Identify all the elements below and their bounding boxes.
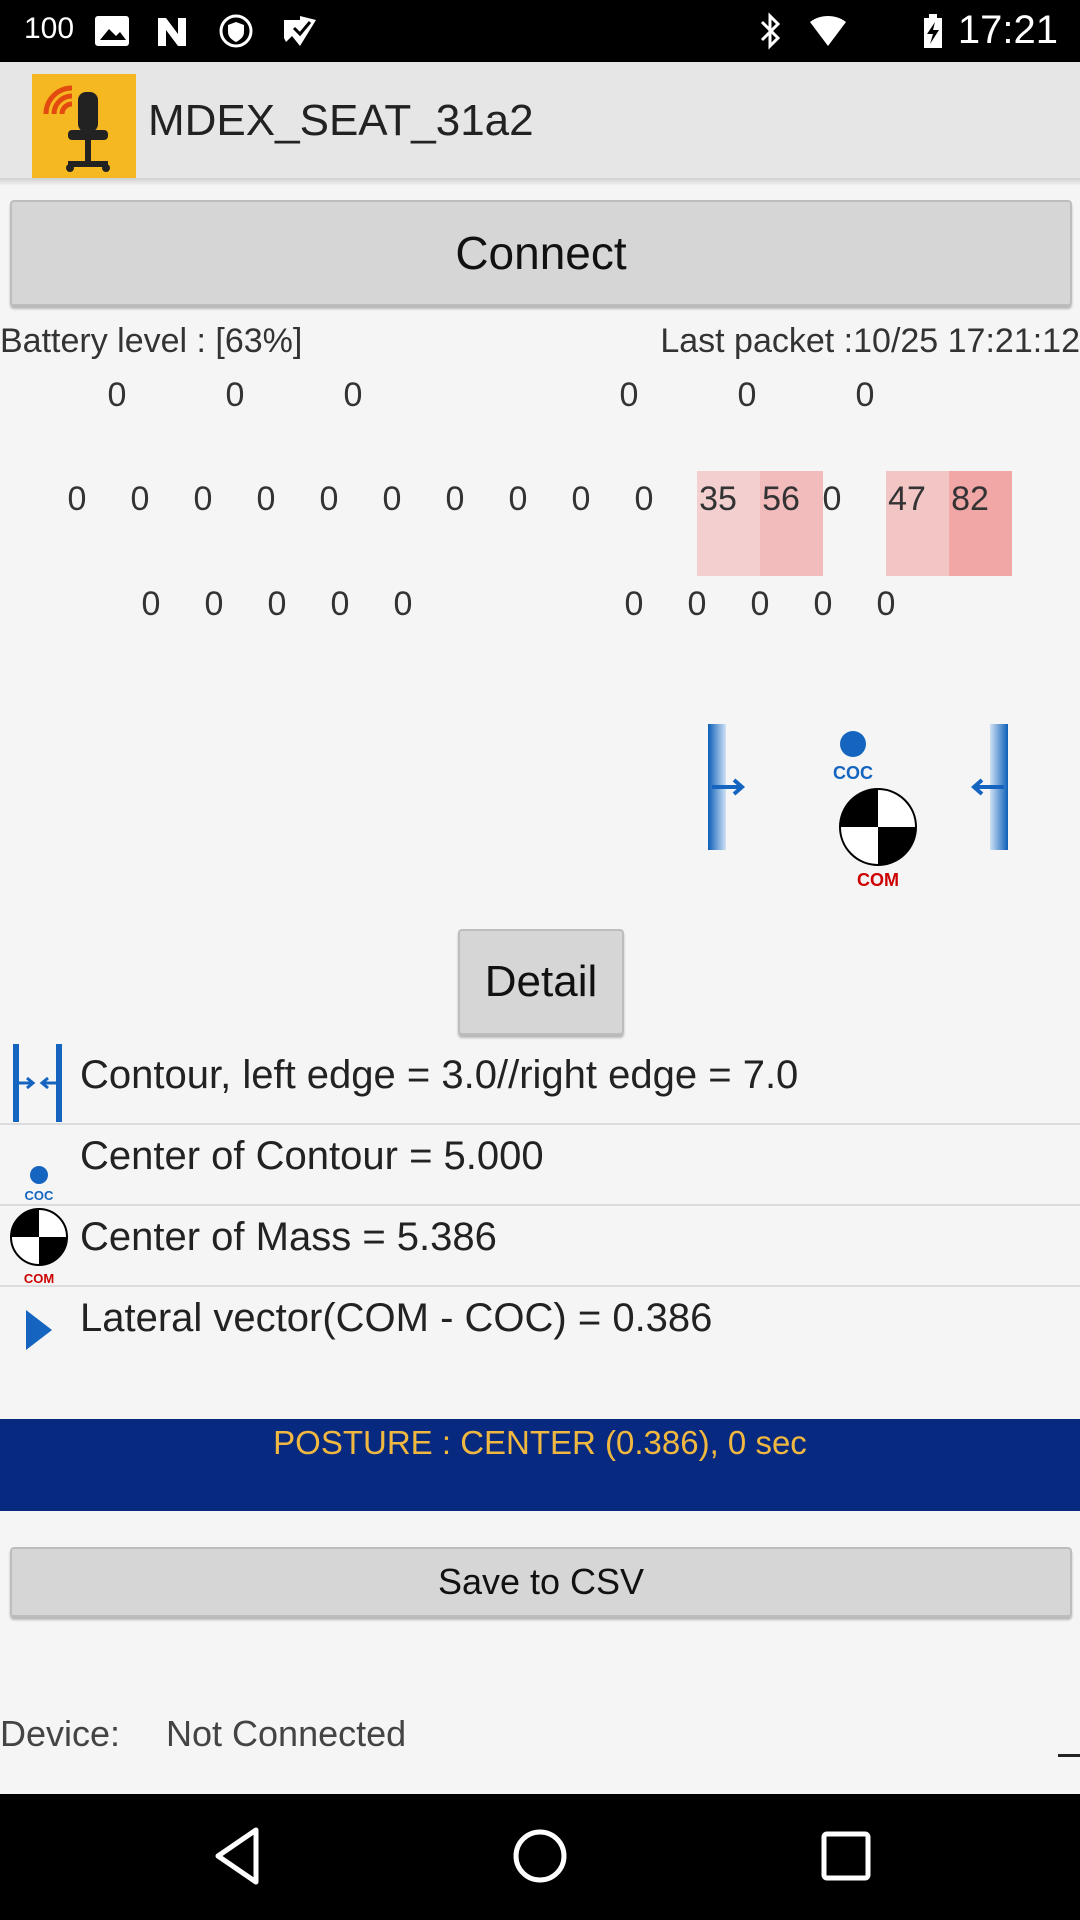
- app-bar-shadow: [0, 178, 1080, 186]
- coc-marker: [840, 731, 866, 757]
- n-icon: [158, 18, 186, 46]
- contour-edges-icon: [13, 1044, 62, 1122]
- sensor-value: 35: [699, 480, 737, 518]
- sensor-value: 0: [193, 480, 213, 518]
- sensor-value: 0: [267, 585, 287, 623]
- sensor-value: 0: [813, 585, 833, 623]
- list-item: COC Center of Contour = 5.000: [0, 1124, 1080, 1206]
- sensor-value: 0: [750, 585, 770, 623]
- center-of-mass-text: Center of Mass = 5.386: [80, 1215, 497, 1259]
- sensor-value: 47: [888, 480, 926, 518]
- home-icon[interactable]: [510, 1826, 570, 1886]
- vpn-shield-icon: [219, 14, 253, 48]
- device-label: Device:: [0, 1713, 121, 1754]
- sensor-value: 0: [687, 585, 707, 623]
- left-edge-marker: [708, 724, 746, 850]
- sensor-value: 0: [634, 480, 654, 518]
- clock: 17:21: [957, 8, 1058, 52]
- sensor-value: 0: [343, 376, 363, 414]
- sensor-value: 56: [762, 480, 800, 518]
- last-packet: Last packet :10/25 17:21:12: [660, 322, 1080, 360]
- center-of-contour-text: Center of Contour = 5.000: [80, 1134, 544, 1178]
- navigation-bar: [0, 1794, 1080, 1920]
- sensor-value: 0: [822, 480, 842, 518]
- wifi-icon: [810, 16, 846, 46]
- coc-icon: COC: [25, 1166, 55, 1203]
- status-bar: 100 17:21: [0, 0, 1080, 62]
- sensor-value: 0: [393, 585, 413, 623]
- sensor-value: 0: [619, 376, 639, 414]
- list-item: COM Center of Mass = 5.386: [0, 1205, 1080, 1287]
- sensor-value: 0: [508, 480, 528, 518]
- sensor-value: 0: [256, 480, 276, 518]
- sensor-value: 0: [737, 376, 757, 414]
- battery-icon: [924, 14, 942, 48]
- sensor-value: 0: [204, 585, 224, 623]
- recents-icon[interactable]: [818, 1828, 874, 1884]
- battery-percent: 100: [24, 12, 75, 45]
- sensor-value: 0: [571, 480, 591, 518]
- device-status: Not Connected: [166, 1713, 407, 1754]
- lateral-vector-text: Lateral vector(COM - COC) = 0.386: [80, 1296, 713, 1340]
- sensor-value: 82: [951, 480, 989, 518]
- com-label: COM: [857, 870, 899, 890]
- connect-button[interactable]: Connect: [10, 200, 1072, 306]
- divider: [1058, 1754, 1080, 1757]
- sensor-value: 0: [382, 480, 402, 518]
- sensor-value: 0: [130, 480, 150, 518]
- chair-wifi-icon: [32, 74, 136, 178]
- detail-button[interactable]: Detail: [458, 929, 624, 1035]
- com-marker: [839, 788, 917, 866]
- bluetooth-icon: [760, 12, 781, 50]
- sensor-value: 0: [141, 585, 161, 623]
- app-title: MDEX_SEAT_31a2: [148, 96, 534, 145]
- posture-text: POSTURE : CENTER (0.386), 0 sec: [273, 1424, 807, 1461]
- download-check-icon: [284, 16, 316, 46]
- battery-level: Battery level : [63%]: [0, 322, 303, 360]
- sensor-value: 0: [330, 585, 350, 623]
- sensor-value: 0: [876, 585, 896, 623]
- com-icon-label: COM: [24, 1271, 54, 1285]
- right-edge-marker: [970, 724, 1008, 850]
- sensor-value: 0: [67, 480, 87, 518]
- contour-edges-text: Contour, left edge = 3.0//right edge = 7…: [80, 1053, 799, 1097]
- sensor-value: 0: [319, 480, 339, 518]
- sensor-value: 0: [225, 376, 245, 414]
- com-icon: COM: [10, 1208, 68, 1285]
- back-icon[interactable]: [212, 1824, 262, 1888]
- coc-icon-label: COC: [25, 1188, 55, 1203]
- sensor-value: 0: [107, 376, 127, 414]
- save-csv-button[interactable]: Save to CSV: [10, 1547, 1072, 1617]
- list-item: Lateral vector(COM - COC) = 0.386: [0, 1286, 1080, 1416]
- sensor-value: 0: [445, 480, 465, 518]
- posture-diagram: COC COM: [708, 724, 1008, 890]
- sensor-value: 0: [855, 376, 875, 414]
- coc-label: COC: [833, 763, 873, 783]
- image-icon: [95, 16, 129, 46]
- list-item: Contour, left edge = 3.0//right edge = 7…: [0, 1043, 1080, 1125]
- sensor-value: 0: [624, 585, 644, 623]
- play-arrow-icon: [26, 1310, 52, 1350]
